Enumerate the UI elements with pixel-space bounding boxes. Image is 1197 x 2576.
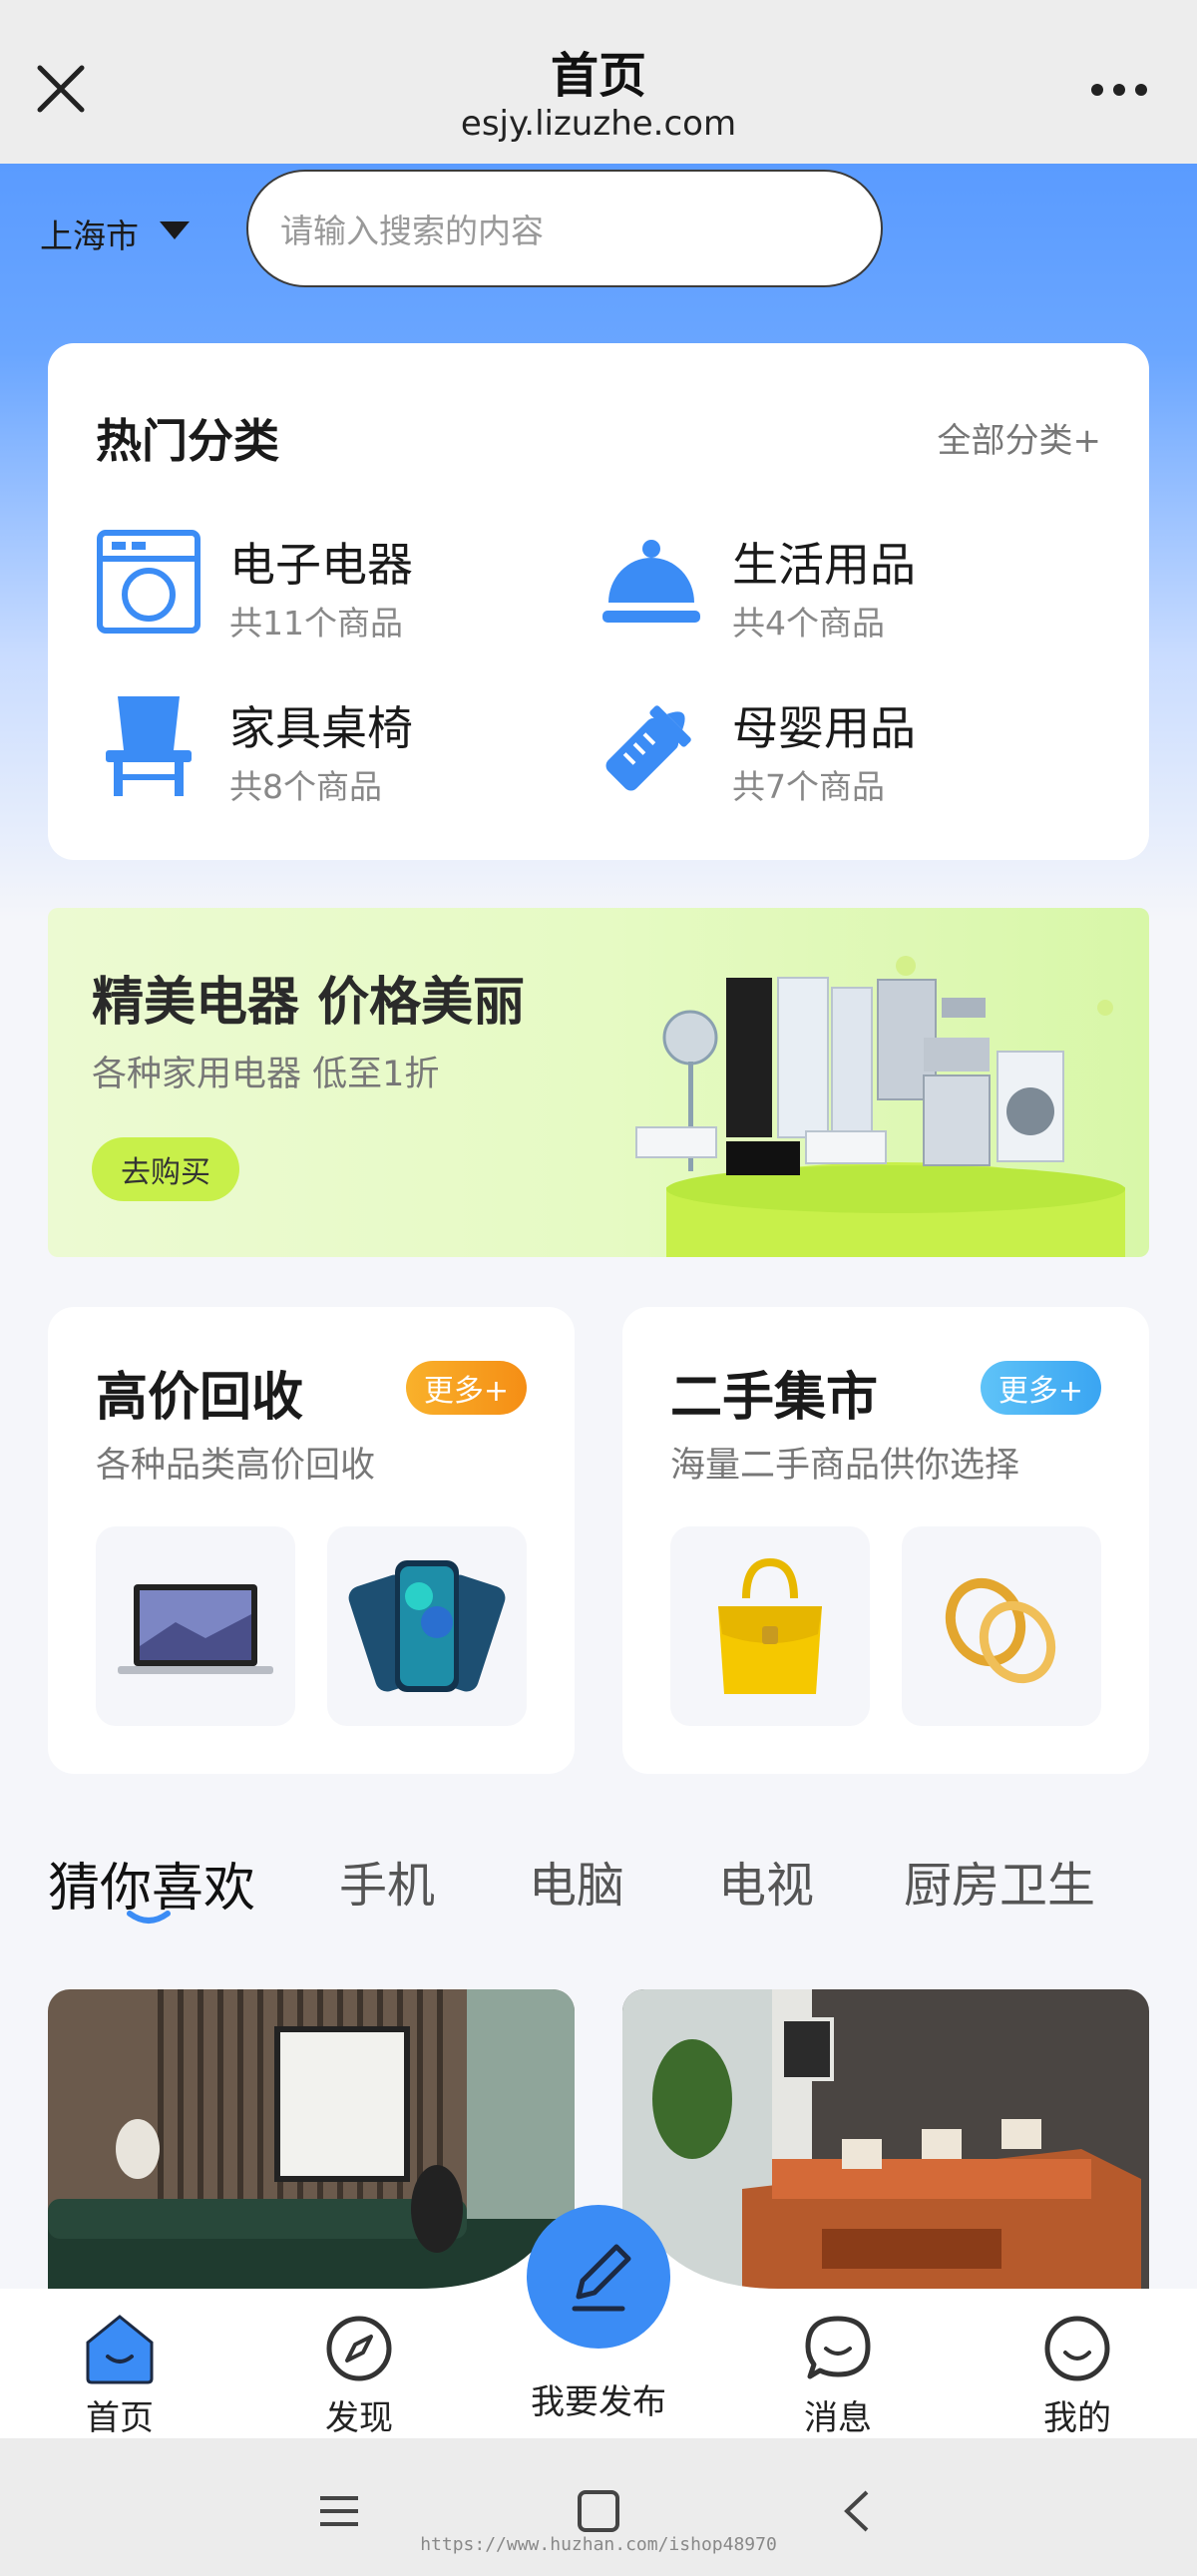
recycle-card[interactable]: 高价回收 更多+ 各种品类高价回收: [48, 1307, 575, 1774]
phone-image: [348, 1560, 506, 1692]
chair-icon: [106, 696, 192, 796]
nav-home-label: 首页: [86, 2398, 154, 2438]
category-name: 家具桌椅: [229, 701, 413, 755]
category-count: 共4个商品: [732, 604, 885, 643]
nav-messages[interactable]: 消息: [758, 2313, 918, 2439]
page-url: esjy.lizuzhe.com: [460, 104, 737, 144]
search-placeholder: 请输入搜索的内容: [280, 212, 544, 250]
nav-profile-label: 我的: [1043, 2398, 1111, 2438]
nav-messages-label: 消息: [804, 2398, 872, 2438]
caret-down-icon[interactable]: [160, 221, 190, 239]
laptop-image: [118, 1584, 273, 1674]
categories-title: 热门分类: [96, 414, 279, 468]
market-subtitle: 海量二手商品供你选择: [670, 1446, 1020, 1486]
service-bell-icon: [602, 540, 700, 623]
rings-thumb[interactable]: [902, 1526, 1101, 1726]
recycle-title: 高价回收: [96, 1368, 304, 1428]
category-item-daily[interactable]: 生活用品 共4个商品: [598, 519, 1077, 643]
page-title: 首页: [550, 48, 646, 104]
promo-banner[interactable]: 精美电器 价格美丽 各种家用电器 低至1折 去购买: [48, 908, 1149, 1257]
nav-profile[interactable]: 我的: [998, 2313, 1157, 2439]
browser-top-bar: 首页 esjy.lizuzhe.com: [0, 0, 1197, 164]
banner-title: 精美电器 价格美丽: [92, 973, 526, 1033]
chat-icon: [805, 2316, 871, 2379]
category-count: 共7个商品: [732, 767, 885, 806]
market-more-button[interactable]: 更多+: [980, 1361, 1101, 1415]
laptop-thumb[interactable]: [96, 1526, 295, 1726]
banner-subtitle: 各种家用电器 低至1折: [92, 1055, 440, 1094]
appliances-image: [635, 956, 1125, 1257]
nav-discover[interactable]: 发现: [279, 2313, 439, 2439]
home-icon: [86, 2315, 154, 2384]
active-tab-indicator: [127, 1911, 171, 1924]
phone-thumb[interactable]: [327, 1526, 527, 1726]
nav-publish[interactable]: 我要发布: [519, 2368, 678, 2423]
recycle-subtitle: 各种品类高价回收: [96, 1446, 376, 1486]
category-name: 母婴用品: [732, 701, 916, 755]
buy-button[interactable]: 去购买: [92, 1137, 239, 1201]
category-count: 共8个商品: [229, 767, 382, 806]
tab-phones[interactable]: 手机: [339, 1846, 435, 1916]
home-square-icon[interactable]: [574, 2486, 623, 2536]
back-icon[interactable]: [833, 2486, 883, 2536]
category-item-baby[interactable]: 母婴用品 共7个商品: [598, 682, 1077, 806]
profile-icon: [1044, 2316, 1110, 2381]
category-count: 共11个商品: [229, 604, 403, 643]
handbag-image: [718, 1557, 822, 1694]
all-categories-link[interactable]: 全部分类+: [938, 413, 1102, 462]
system-nav-bar: [0, 2438, 1197, 2576]
compass-icon: [326, 2316, 392, 2381]
category-tabs: 猜你喜欢 手机 电脑 电视 厨房卫生: [0, 1836, 1197, 1926]
pen-icon: [572, 2244, 631, 2312]
nav-home[interactable]: 首页: [40, 2313, 200, 2439]
market-card[interactable]: 二手集市 更多+ 海量二手商品供你选择: [622, 1307, 1149, 1774]
tab-computers[interactable]: 电脑: [529, 1846, 624, 1916]
market-title: 二手集市: [670, 1368, 879, 1428]
hot-categories-card: 热门分类 全部分类+ 电子电器 共11个商品 生活用品 共4个商品 家具桌椅 共…: [48, 343, 1149, 860]
washing-machine-icon: [97, 530, 200, 634]
more-options-icon[interactable]: [1089, 80, 1149, 100]
recycle-more-button[interactable]: 更多+: [405, 1361, 527, 1415]
category-name: 生活用品: [732, 538, 916, 592]
search-input[interactable]: 请输入搜索的内容: [246, 170, 883, 287]
rings-image: [945, 1577, 1056, 1684]
category-item-furniture[interactable]: 家具桌椅 共8个商品: [96, 682, 575, 806]
city-selector[interactable]: 上海市: [40, 210, 139, 257]
watermark-url: https://www.huzhan.com/ishop48970: [420, 2534, 777, 2555]
nav-publish-label: 我要发布: [531, 2382, 666, 2422]
baby-bottle-icon: [605, 705, 691, 791]
tab-tv[interactable]: 电视: [718, 1846, 814, 1916]
tab-kitchen-bath[interactable]: 厨房卫生: [904, 1846, 1095, 1916]
nav-discover-label: 发现: [325, 2398, 393, 2438]
category-name: 电子电器: [229, 538, 413, 592]
handbag-thumb[interactable]: [670, 1526, 870, 1726]
publish-button[interactable]: [527, 2205, 670, 2349]
category-item-electronics[interactable]: 电子电器 共11个商品: [96, 519, 575, 643]
menu-icon[interactable]: [314, 2486, 364, 2536]
